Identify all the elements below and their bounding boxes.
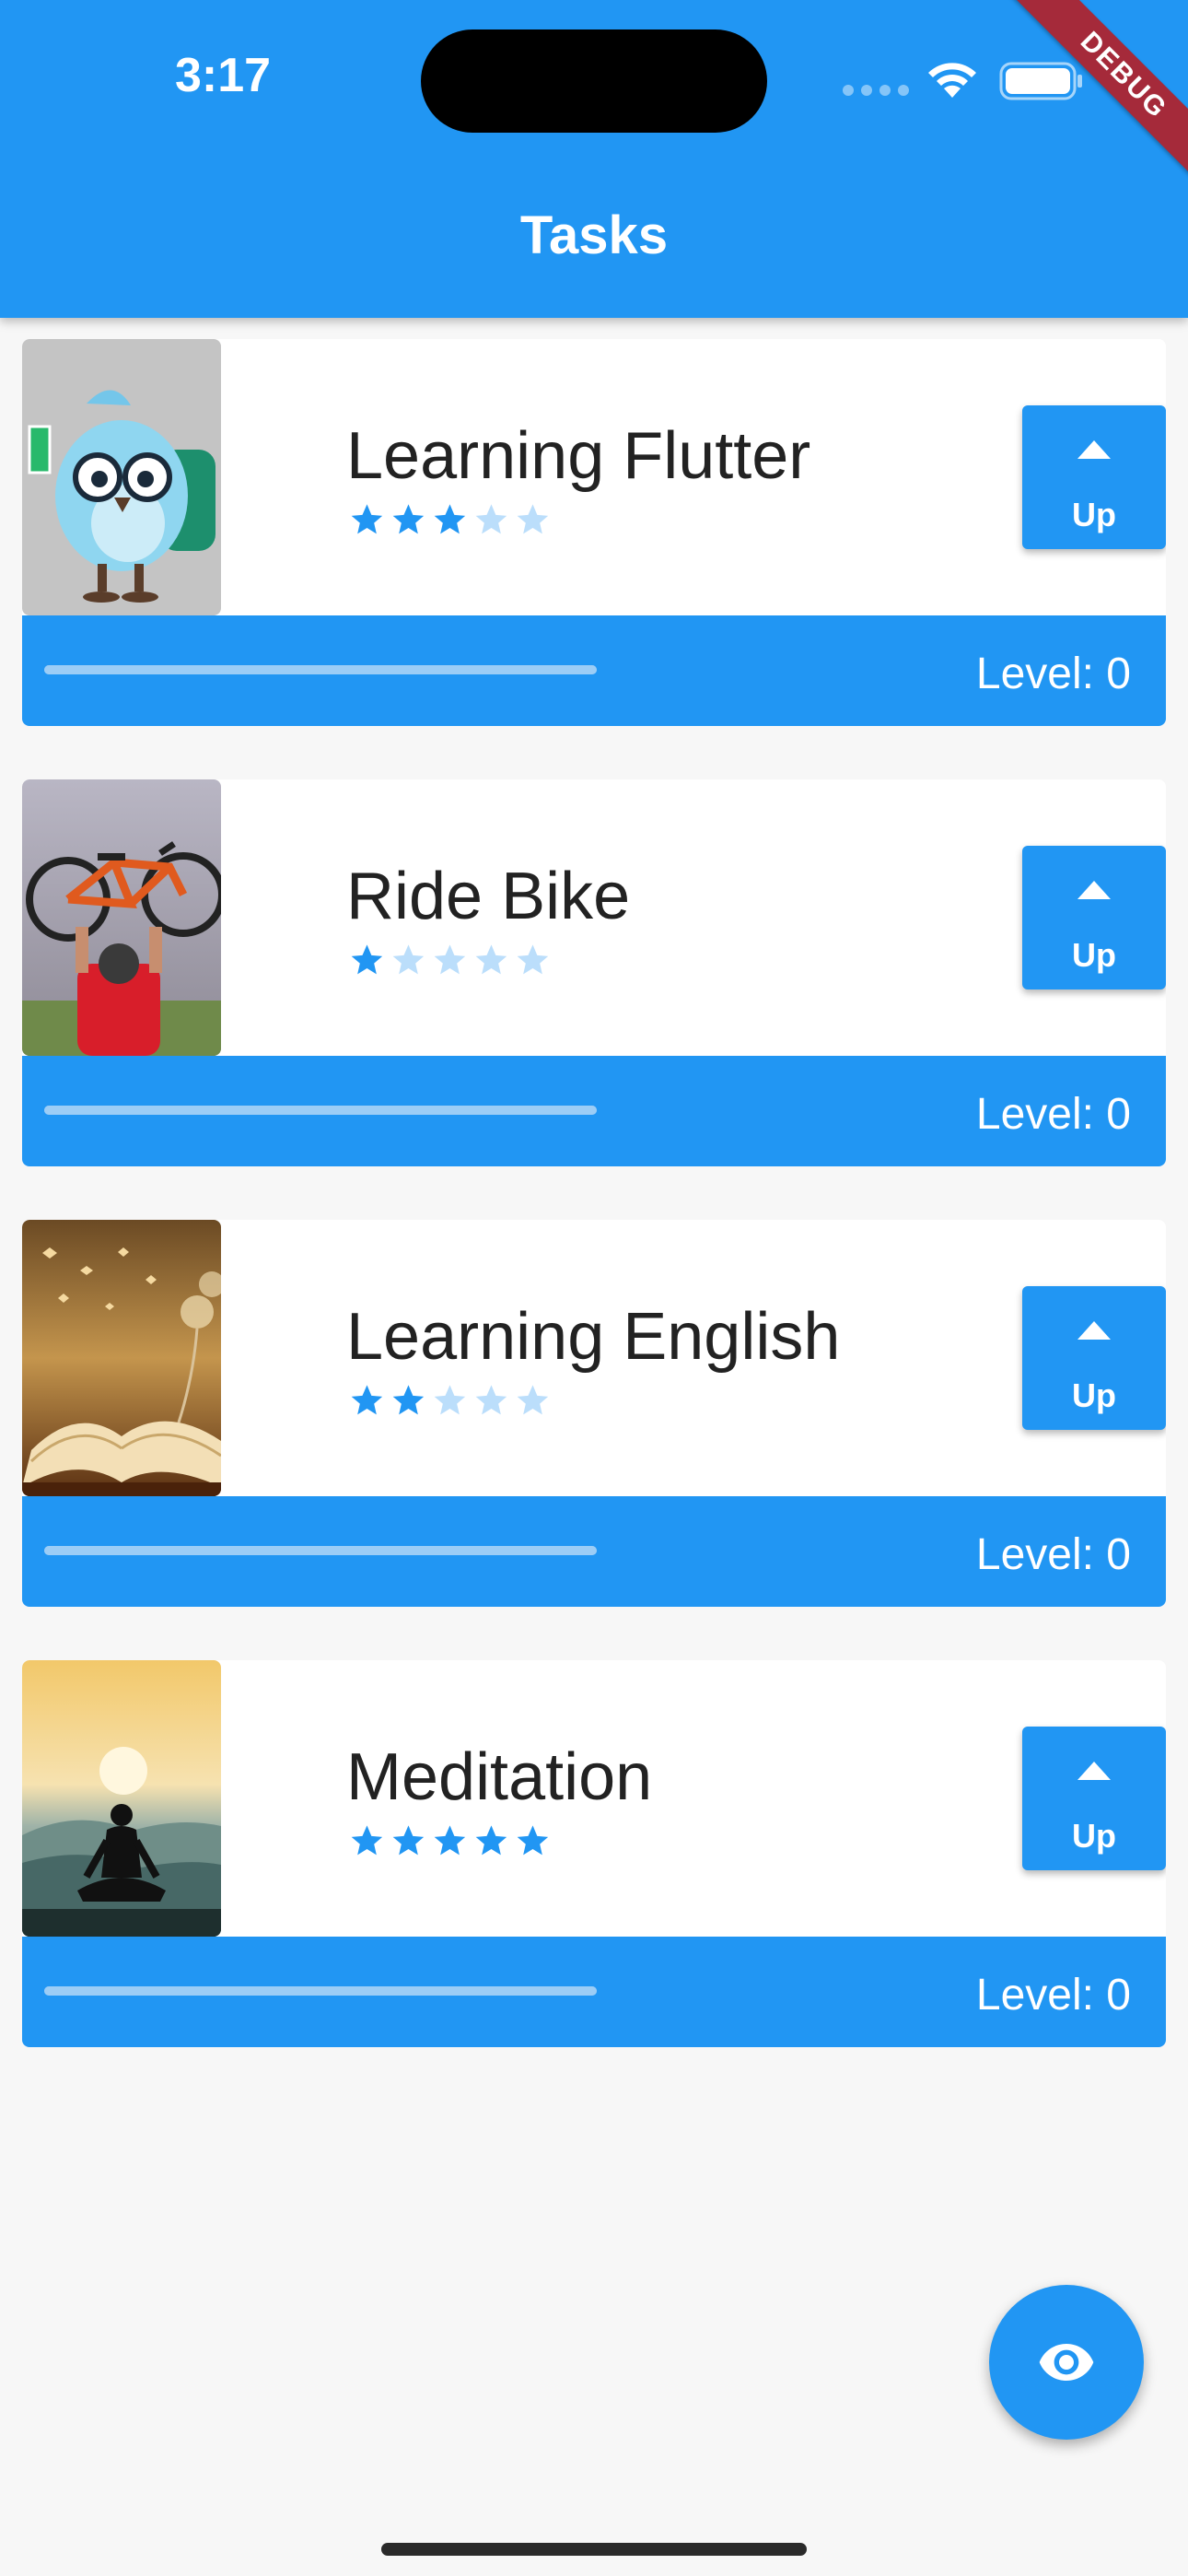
star-filled-icon [517, 1825, 549, 1856]
task-card: Learning English Up Level: 0 [22, 1220, 1166, 1607]
star-filled-icon [351, 1385, 383, 1415]
task-card: Meditation Up Level: 0 [22, 1660, 1166, 2047]
progress-fill [44, 1986, 597, 1996]
up-button-label: Up [1072, 936, 1116, 974]
star-empty-icon [517, 944, 549, 975]
task-card: Learning Flutter Up Level: 0 [22, 339, 1166, 726]
star-filled-icon [351, 1825, 383, 1856]
level-progress-bar [44, 665, 597, 674]
star-empty-icon [434, 1385, 466, 1415]
star-empty-icon [392, 944, 425, 975]
star-empty-icon [475, 944, 507, 975]
level-progress-bar [44, 1546, 597, 1555]
progress-fill [44, 1546, 597, 1555]
status-time: 3:17 [175, 49, 272, 102]
arrow-up-icon [1077, 1762, 1111, 1780]
star-filled-icon [392, 504, 425, 534]
star-empty-icon [517, 1385, 549, 1415]
task-footer: Level: 0 [22, 1496, 1166, 1607]
task-name: Meditation [346, 1740, 653, 1814]
star-filled-icon [392, 1385, 425, 1415]
task-header: Learning English Up [22, 1220, 1166, 1496]
home-indicator [381, 2543, 807, 2556]
task-header: Ride Bike Up [22, 779, 1166, 1056]
progress-fill [44, 1106, 597, 1115]
up-button-label: Up [1072, 1817, 1116, 1855]
star-empty-icon [475, 1385, 507, 1415]
up-button-label: Up [1072, 496, 1116, 533]
star-filled-icon [392, 1825, 425, 1856]
flutter-mascot-image [22, 339, 221, 615]
level-label: Level: 0 [975, 650, 1131, 698]
level-progress-bar [44, 1986, 597, 1996]
page-title: Tasks [519, 205, 669, 265]
level-up-button[interactable]: Up [1022, 1727, 1166, 1870]
level-label: Level: 0 [975, 1971, 1131, 2020]
star-filled-icon [475, 1825, 507, 1856]
difficulty-stars [346, 1822, 553, 1859]
difficulty-stars [346, 501, 553, 538]
star-empty-icon [517, 504, 549, 534]
task-footer: Level: 0 [22, 1056, 1166, 1166]
wifi-icon [928, 63, 976, 98]
level-up-button[interactable]: Up [1022, 1286, 1166, 1430]
level-up-button[interactable]: Up [1022, 405, 1166, 549]
star-filled-icon [434, 504, 466, 534]
meditation-image [22, 1660, 221, 1937]
book-image [22, 1220, 221, 1496]
arrow-up-icon [1077, 440, 1111, 459]
star-empty-icon [434, 944, 466, 975]
bike-image [22, 779, 221, 1056]
level-up-button[interactable]: Up [1022, 846, 1166, 989]
dynamic-island [421, 29, 767, 133]
eye-icon [1039, 2344, 1094, 2381]
task-header: Learning Flutter Up [22, 339, 1166, 615]
star-filled-icon [434, 1825, 466, 1856]
arrow-up-icon [1077, 1321, 1111, 1340]
up-button-label: Up [1072, 1376, 1116, 1414]
progress-fill [44, 665, 597, 674]
task-name: Learning English [346, 1300, 841, 1374]
cellular-signal-icon [843, 85, 909, 98]
level-label: Level: 0 [975, 1530, 1131, 1579]
star-filled-icon [351, 504, 383, 534]
difficulty-stars [346, 1382, 553, 1419]
level-progress-bar [44, 1106, 597, 1115]
star-empty-icon [475, 504, 507, 534]
task-name: Ride Bike [346, 860, 631, 933]
toggle-visibility-button[interactable] [989, 2285, 1144, 2440]
task-name: Learning Flutter [346, 419, 811, 493]
task-footer: Level: 0 [22, 1937, 1166, 2047]
star-filled-icon [351, 944, 383, 975]
app-bar: 3:17 Tasks [0, 0, 1188, 318]
level-label: Level: 0 [975, 1090, 1131, 1139]
battery-icon [999, 62, 1082, 100]
task-header: Meditation Up [22, 1660, 1166, 1937]
arrow-up-icon [1077, 881, 1111, 899]
task-card: Ride Bike Up Level: 0 [22, 779, 1166, 1166]
difficulty-stars [346, 942, 553, 978]
task-footer: Level: 0 [22, 615, 1166, 726]
